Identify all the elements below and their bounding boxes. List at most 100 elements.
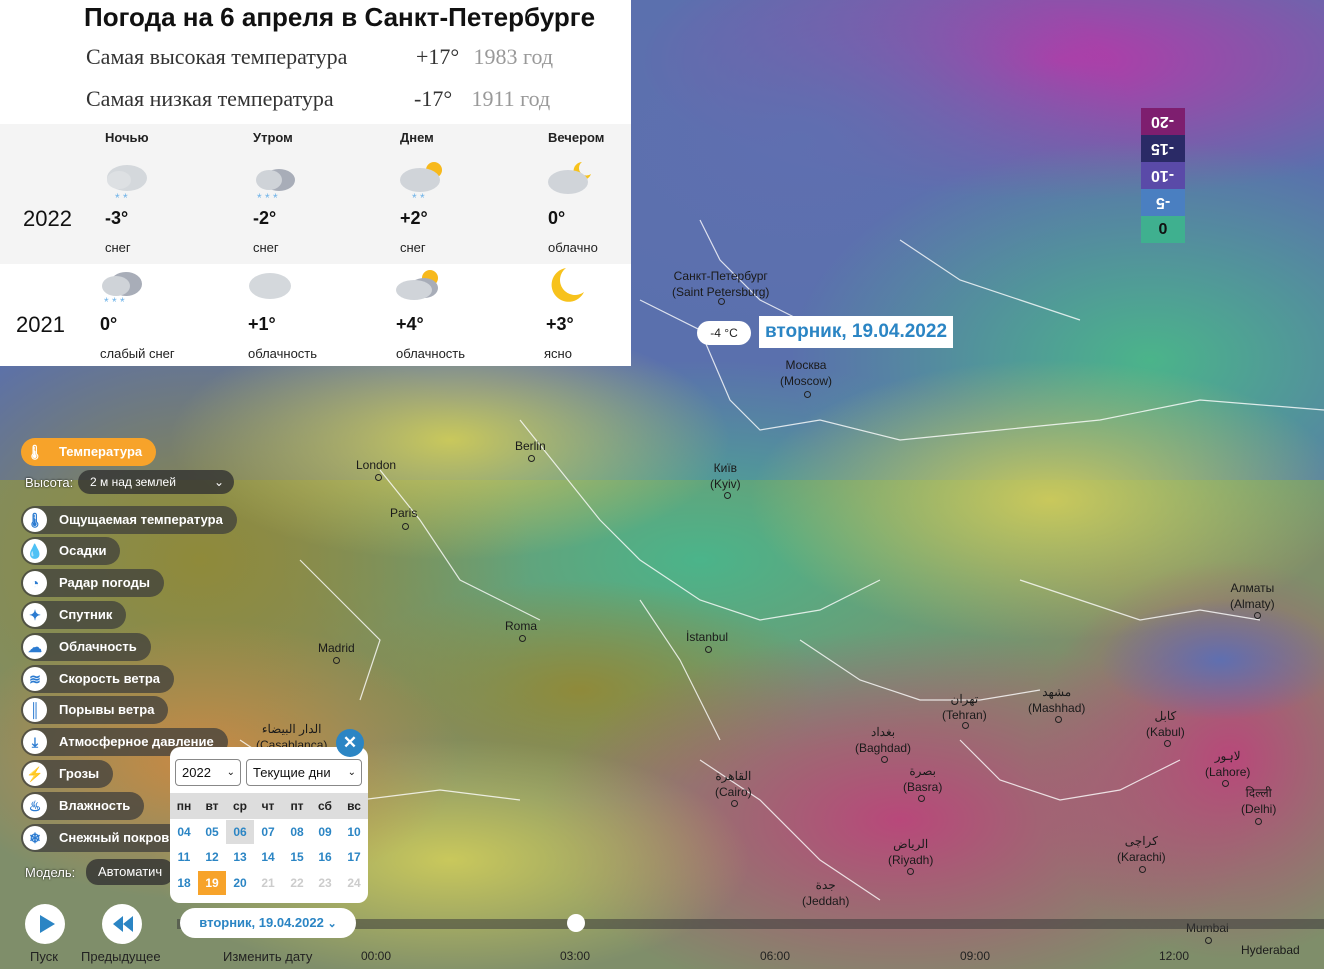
calendar-day[interactable]: 09 bbox=[311, 820, 339, 844]
lightning-icon: ⚡ bbox=[23, 762, 47, 786]
layer-feels-like-button[interactable]: 🌡 Ощущаемая температура bbox=[21, 506, 237, 534]
calendar-day[interactable]: 07 bbox=[254, 820, 282, 844]
city-dot bbox=[881, 756, 888, 763]
cloud-icon: ☁ bbox=[23, 635, 47, 659]
cell-temp: +4° bbox=[396, 314, 424, 334]
city-label: لاہور (Lahore) bbox=[1205, 749, 1251, 779]
year-label: 2021 bbox=[16, 312, 65, 337]
map-date-label: вторник, 19.04.2022 bbox=[759, 316, 954, 348]
thermometer-icon: 🌡 bbox=[23, 508, 47, 532]
cell-temp: +2° bbox=[400, 208, 428, 228]
layer-radar-button[interactable]: ◔ Радар погоды bbox=[21, 569, 164, 597]
cell-desc: облачность bbox=[396, 346, 466, 361]
city-dot bbox=[519, 635, 526, 642]
period-header: Утром bbox=[253, 130, 293, 145]
hour-tick: 09:00 bbox=[960, 949, 991, 963]
humidity-icon: ♨ bbox=[23, 794, 47, 818]
snowflake-icon: ❄ bbox=[23, 826, 47, 850]
forecast-cell: * * * -2° снег bbox=[253, 158, 373, 258]
city-label: بصرة (Basra) bbox=[903, 764, 943, 794]
city-dot bbox=[1205, 937, 1212, 944]
calendar-day[interactable]: 13 bbox=[226, 845, 254, 869]
calendar-day[interactable]: 17 bbox=[340, 845, 368, 869]
layer-snow-cover-button[interactable]: ❄ Снежный покров bbox=[21, 824, 184, 852]
forecast-cell: * * -3° снег bbox=[105, 158, 225, 258]
change-date-label: Изменить дату bbox=[223, 949, 313, 964]
city-dot bbox=[1222, 780, 1229, 787]
time-slider-handle[interactable] bbox=[567, 914, 585, 932]
forecast-cell: +3° ясно bbox=[544, 266, 664, 366]
layer-humidity-button[interactable]: ♨ Влажность bbox=[21, 792, 145, 820]
cell-desc: снег bbox=[400, 240, 426, 255]
drop-icon: 💧 bbox=[23, 539, 47, 563]
calendar-day[interactable]: 16 bbox=[311, 845, 339, 869]
calendar-day-selected[interactable]: 19 bbox=[198, 871, 226, 895]
calendar-day[interactable]: 15 bbox=[283, 845, 311, 869]
year-select[interactable]: 2022 ⌄ bbox=[175, 759, 241, 786]
play-button[interactable] bbox=[25, 904, 65, 944]
record-year: 1983 год bbox=[473, 44, 554, 69]
forecast-cell: +4° облачность bbox=[396, 266, 516, 366]
change-date-button[interactable]: вторник, 19.04.2022 ⌄ bbox=[180, 908, 356, 938]
svg-text:* * *: * * * bbox=[257, 191, 278, 204]
calendar-day-disabled: 24 bbox=[347, 876, 361, 890]
city-label: Hyderabad bbox=[1241, 943, 1300, 957]
layer-precipitation-button[interactable]: 💧 Осадки bbox=[21, 537, 121, 565]
chevron-down-icon: ⌄ bbox=[226, 767, 235, 778]
city-dot bbox=[1255, 818, 1262, 825]
close-icon[interactable]: ✕ bbox=[336, 729, 364, 757]
model-select[interactable]: Автоматич bbox=[86, 859, 175, 885]
city-label: London bbox=[356, 458, 397, 472]
cloud-snow-icon: * * * bbox=[256, 169, 295, 204]
cloud-icon bbox=[249, 273, 291, 299]
layer-temperature-button[interactable]: 🌡 Температура bbox=[21, 438, 157, 466]
moon-cloud-icon bbox=[548, 162, 591, 194]
calendar-day[interactable]: 11 bbox=[170, 845, 198, 869]
calendar-day[interactable]: 10 bbox=[340, 820, 368, 844]
year-label: 2022 bbox=[23, 206, 72, 231]
height-select[interactable]: 2 м над землей ⌄ bbox=[78, 470, 234, 494]
city-label: Київ (Kyiv) bbox=[710, 461, 741, 491]
city-dot bbox=[724, 492, 731, 499]
layer-clouds-button[interactable]: ☁ Облачность bbox=[21, 633, 151, 661]
calendar-day-today[interactable]: 06 bbox=[226, 820, 254, 844]
cloud-snow-icon: * * bbox=[107, 165, 147, 204]
layer-satellite-button[interactable]: ✦ Спутник bbox=[21, 601, 127, 629]
legend-step: -15 bbox=[1141, 135, 1185, 162]
layer-thunderstorm-button[interactable]: ⚡ Грозы bbox=[21, 760, 114, 788]
hour-tick: 03:00 bbox=[560, 949, 591, 963]
calendar-day[interactable]: 20 bbox=[226, 871, 254, 895]
height-label: Высота: bbox=[25, 475, 74, 490]
calendar-day[interactable]: 04 bbox=[170, 820, 198, 844]
previous-button[interactable] bbox=[102, 904, 142, 944]
calendar-day[interactable]: 08 bbox=[283, 820, 311, 844]
svg-text:* *: * * bbox=[412, 191, 425, 204]
city-label: الرياض (Riyadh) bbox=[888, 837, 934, 867]
calendar-day[interactable]: 05 bbox=[198, 820, 226, 844]
layer-wind-gusts-button[interactable]: ║ Порывы ветра bbox=[21, 696, 169, 724]
city-dot bbox=[918, 795, 925, 802]
cell-temp: 0° bbox=[100, 314, 118, 334]
date-picker: ✕ 2022 ⌄ Текущие дни ⌄ пн вт ср чт пт сб в… bbox=[170, 729, 368, 903]
calendar-day[interactable]: 12 bbox=[198, 845, 226, 869]
cell-desc: облачно bbox=[548, 240, 598, 255]
calendar-day[interactable]: 18 bbox=[170, 871, 198, 895]
range-select[interactable]: Текущие дни ⌄ bbox=[246, 759, 362, 786]
city-label: Санкт-Петербург (Saint Petersburg) bbox=[672, 269, 770, 299]
cell-desc: снег bbox=[105, 240, 131, 255]
weekday-label: вт bbox=[205, 799, 219, 813]
forecast-cell: +1° облачность bbox=[248, 266, 368, 366]
satellite-icon: ✦ bbox=[23, 603, 47, 627]
calendar-day[interactable]: 14 bbox=[254, 845, 282, 869]
legend-step: -20 bbox=[1141, 108, 1185, 135]
city-label: مشهد (Mashhad) bbox=[1028, 685, 1086, 715]
rewind-icon bbox=[113, 916, 133, 932]
forecast-cell: * * * 0° слабый снег bbox=[100, 266, 220, 366]
city-label: Paris bbox=[390, 506, 418, 520]
city-label: بغداد (Baghdad) bbox=[855, 725, 912, 755]
record-year: 1911 год bbox=[471, 86, 551, 111]
thermometer-icon: 🌡 bbox=[23, 440, 47, 464]
layer-wind-speed-button[interactable]: ≋ Скорость ветра bbox=[21, 665, 174, 693]
cell-desc: облачность bbox=[248, 346, 318, 361]
temperature-legend: -20 -15 -10 -5 0 bbox=[1141, 108, 1185, 243]
